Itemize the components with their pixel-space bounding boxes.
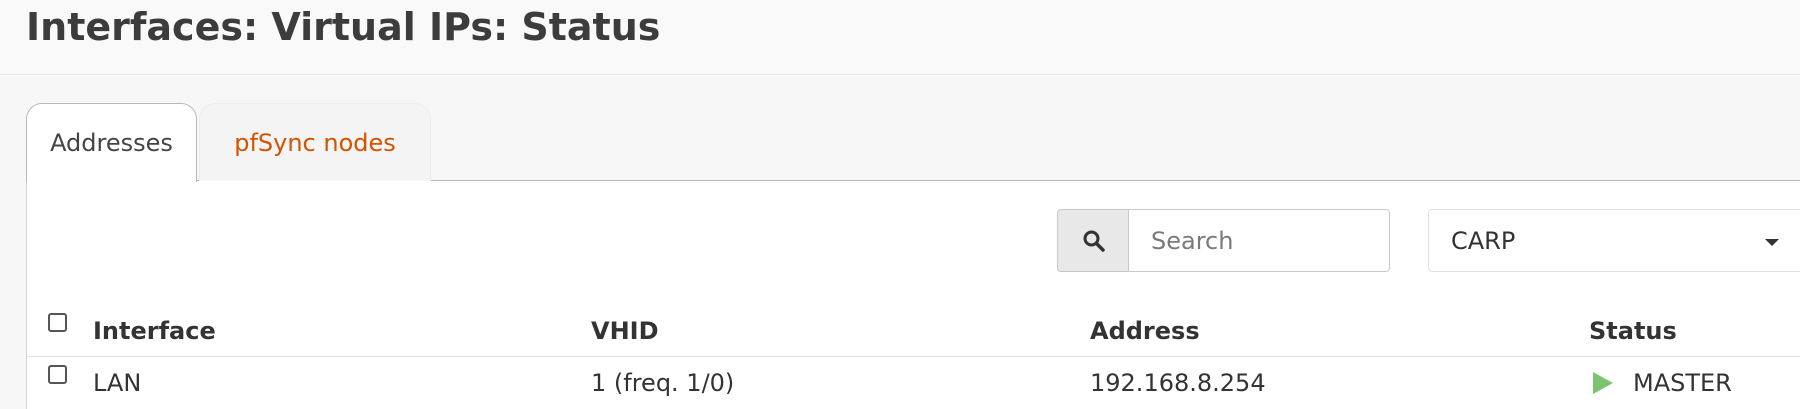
table-header-row: Interface VHID Address Status [27, 305, 1800, 357]
search-group [1057, 209, 1390, 272]
column-header-address[interactable]: Address [1090, 305, 1200, 357]
column-header-interface[interactable]: Interface [93, 305, 216, 357]
play-icon [1593, 372, 1613, 394]
search-input[interactable] [1128, 209, 1390, 272]
cell-address: 192.168.8.254 [1090, 369, 1266, 397]
tab-addresses[interactable]: Addresses [26, 103, 197, 182]
cell-status: MASTER [1633, 369, 1732, 397]
page-header: Interfaces: Virtual IPs: Status [0, 0, 1800, 75]
tab-pfsync-nodes[interactable]: pfSync nodes [199, 103, 431, 181]
column-header-status[interactable]: Status [1589, 305, 1677, 357]
select-all-checkbox[interactable] [48, 313, 67, 332]
cell-vhid: 1 (freq. 1/0) [591, 369, 735, 397]
row-checkbox[interactable] [48, 365, 67, 384]
tab-bar: Addresses pfSync nodes [26, 103, 1800, 182]
type-filter-select[interactable]: CARP [1428, 209, 1800, 272]
caret-down-icon [1765, 239, 1779, 246]
column-header-vhid[interactable]: VHID [591, 305, 659, 357]
search-icon[interactable] [1057, 209, 1129, 272]
page-title: Interfaces: Virtual IPs: Status [26, 5, 661, 49]
type-filter-value: CARP [1451, 227, 1516, 255]
cell-interface: LAN [93, 369, 142, 397]
table-row: LAN 1 (freq. 1/0) 192.168.8.254 MASTER [27, 357, 1800, 409]
